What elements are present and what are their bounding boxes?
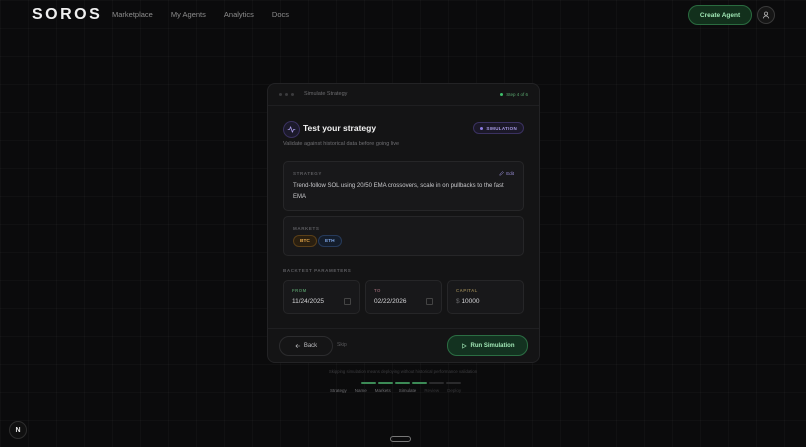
user-button[interactable] — [757, 6, 775, 24]
skip-button[interactable]: Skip — [337, 342, 347, 348]
corner-badge[interactable]: N — [9, 421, 27, 439]
strategy-description: Trend-follow SOL using 20/50 EMA crossov… — [293, 183, 504, 200]
wizard-step-label[interactable]: Review — [424, 388, 439, 393]
progress-segment — [395, 382, 410, 384]
from-date-field[interactable]: FROM 11/24/2025 — [283, 280, 360, 314]
wizard-progress — [361, 382, 461, 384]
market-chip-btc[interactable]: BTC — [293, 235, 317, 247]
progress-segment — [429, 382, 444, 384]
markets-panel: MARKETS BTC ETH — [283, 216, 524, 256]
step-indicator: Step 4 of 6 — [500, 92, 528, 97]
top-nav: SOROS Marketplace My Agents Analytics Do… — [0, 0, 806, 30]
back-label: Back — [303, 343, 318, 349]
arrow-left-icon — [295, 343, 300, 349]
run-simulation-label: Run Simulation — [470, 342, 515, 349]
simulate-strategy-card: Simulate Strategy Step 4 of 6 Test your … — [267, 83, 540, 363]
step-text: Step 4 of 6 — [506, 92, 528, 97]
from-label: FROM — [292, 288, 307, 293]
to-date-value[interactable]: 02/22/2026 — [374, 298, 407, 305]
step-dot-icon — [500, 93, 504, 96]
wizard-step-label[interactable]: Simulate — [399, 388, 417, 393]
user-icon — [762, 11, 770, 19]
pencil-icon — [499, 171, 505, 176]
from-date-value[interactable]: 11/24/2025 — [292, 298, 324, 305]
card-window-title: Simulate Strategy — [304, 91, 348, 97]
progress-segment — [412, 382, 427, 384]
card-footer-divider — [268, 328, 539, 329]
backtest-params-label: BACKTEST PARAMETERS — [283, 268, 352, 273]
capital-input[interactable]: $ 10000 — [456, 298, 480, 305]
logo[interactable]: SOROS — [32, 6, 102, 24]
progress-segment — [378, 382, 393, 384]
progress-segment — [446, 382, 461, 384]
wizard-step-label[interactable]: Strategy — [330, 388, 347, 393]
window-dots — [279, 93, 294, 96]
activity-icon — [283, 121, 300, 138]
capital-value[interactable]: 10000 — [461, 298, 479, 305]
currency-symbol: $ — [456, 298, 460, 305]
wizard-step-label[interactable]: Markets — [375, 388, 391, 393]
simulation-badge: SIMULATION — [473, 122, 524, 134]
create-agent-button[interactable]: Create Agent — [688, 5, 752, 25]
to-date-field[interactable]: TO 02/22/2026 — [365, 280, 442, 314]
back-button[interactable]: Back — [279, 336, 333, 356]
calendar-icon[interactable] — [426, 298, 433, 305]
strategy-label: STRATEGY — [293, 171, 322, 176]
nav-link-marketplace[interactable]: Marketplace — [112, 10, 153, 19]
wizard-step-label[interactable]: Deploy — [447, 388, 461, 393]
markets-label: MARKETS — [293, 226, 320, 231]
home-indicator — [390, 436, 411, 442]
progress-segment — [361, 382, 376, 384]
capital-label: CAPITAL — [456, 288, 478, 293]
edit-label: Edit — [506, 171, 514, 176]
nav-link-analytics[interactable]: Analytics — [224, 10, 254, 19]
nav-link-my-agents[interactable]: My Agents — [171, 10, 206, 19]
run-simulation-button[interactable]: Run Simulation — [447, 335, 528, 356]
edit-strategy-button[interactable]: Edit — [499, 171, 514, 176]
market-chip-eth[interactable]: ETH — [318, 235, 342, 247]
to-label: TO — [374, 288, 381, 293]
badge-dot-icon — [480, 126, 484, 130]
nav-links: Marketplace My Agents Analytics Docs — [112, 10, 289, 19]
skip-hint: Skipping simulation means deploying with… — [328, 369, 478, 374]
page-title: Test your strategy — [303, 123, 377, 133]
capital-field[interactable]: CAPITAL $ 10000 — [447, 280, 524, 314]
play-icon — [461, 342, 467, 349]
wizard-steps: Strategy Name Markets Simulate Review Deploy — [330, 388, 461, 393]
strategy-panel: STRATEGY Edit Trend-follow SOL using 20/… — [283, 161, 524, 211]
nav-link-docs[interactable]: Docs — [272, 10, 289, 19]
calendar-icon[interactable] — [344, 298, 351, 305]
simulation-badge-label: SIMULATION — [486, 125, 517, 131]
page-subtitle: Validate against historical data before … — [283, 141, 400, 147]
card-header: Simulate Strategy Step 4 of 6 — [268, 84, 539, 106]
wizard-step-label[interactable]: Name — [355, 388, 367, 393]
